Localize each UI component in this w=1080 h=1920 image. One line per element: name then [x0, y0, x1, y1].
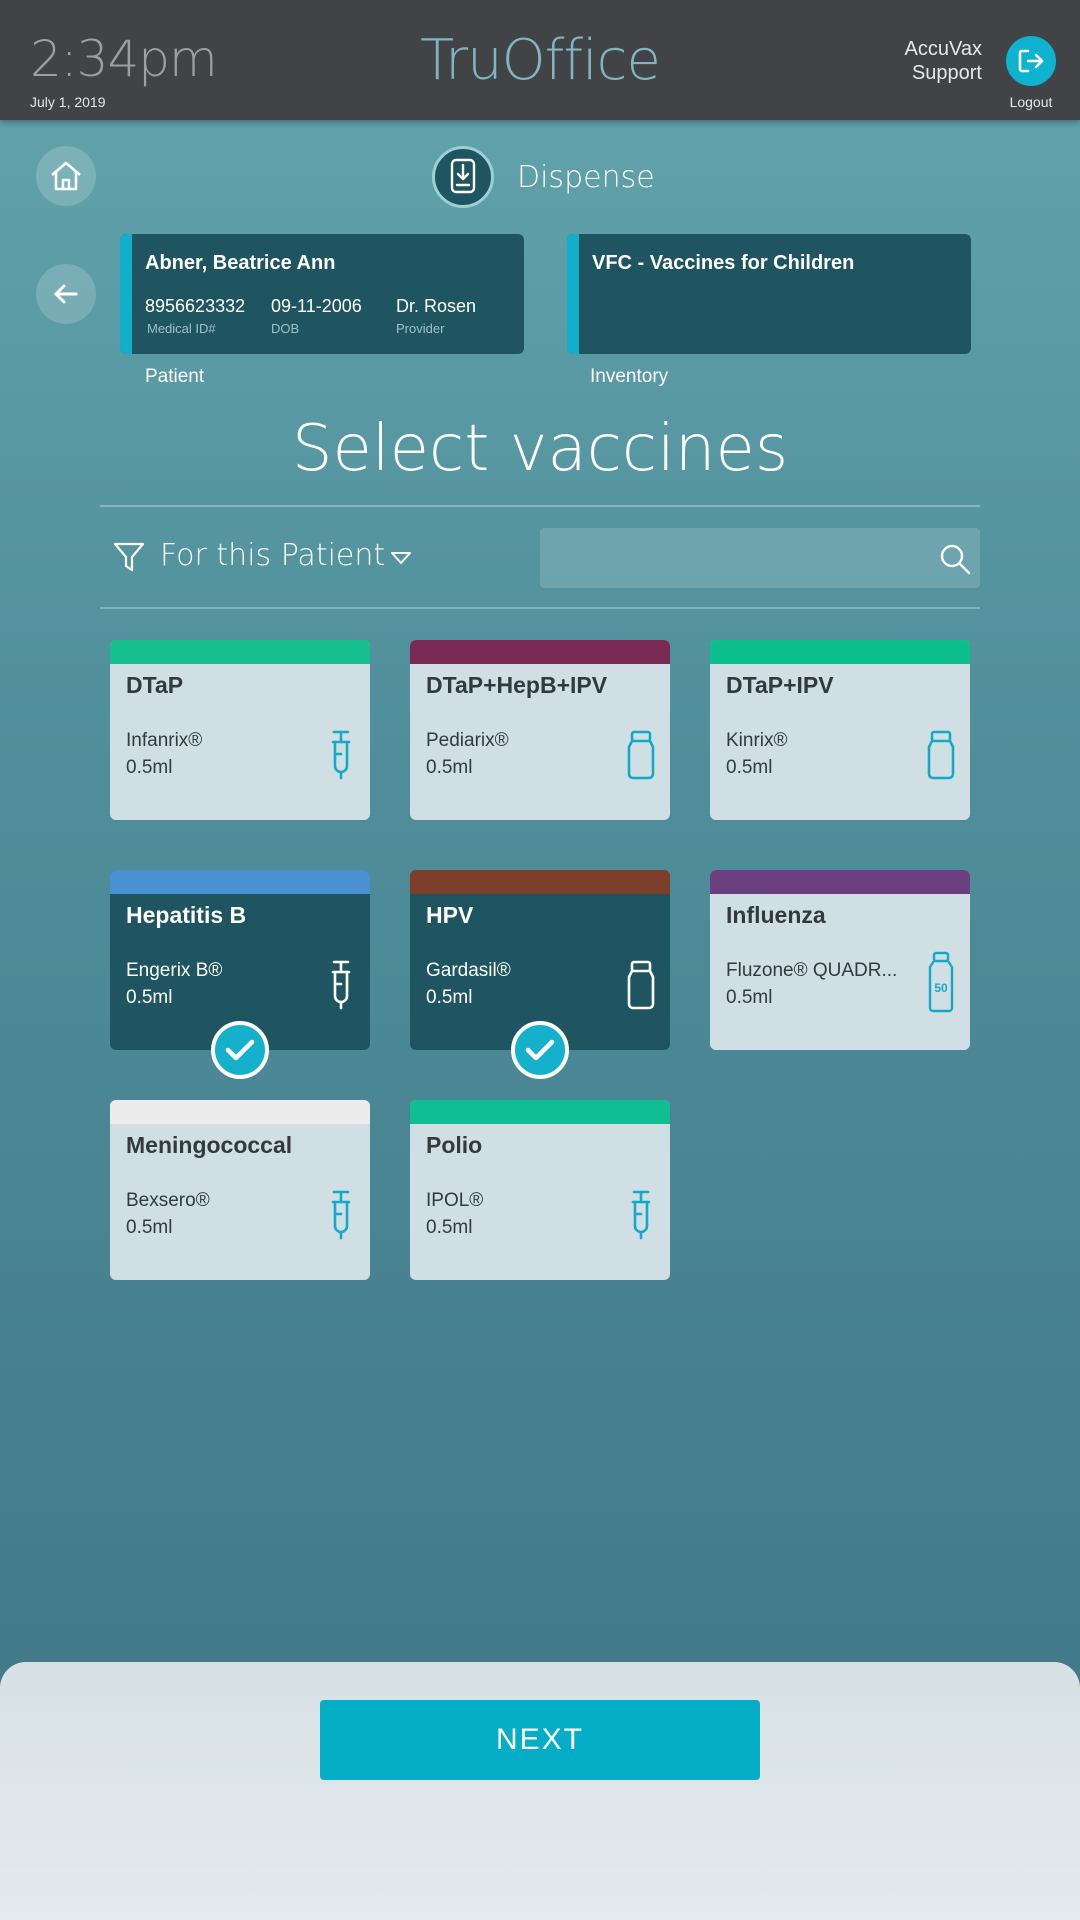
- vaccine-brand: Pediarix®: [426, 730, 509, 751]
- vaccine-color-bar: [710, 640, 970, 664]
- dob-field: 09-11-2006 DOB: [271, 296, 362, 336]
- vaccine-brand: Engerix B®: [126, 960, 223, 981]
- checkmark-icon: [525, 1039, 555, 1061]
- vaccine-dose: 0.5ml: [426, 1217, 473, 1238]
- search-input[interactable]: [540, 528, 920, 588]
- home-icon: [51, 161, 81, 191]
- patient-caption: Patient: [145, 366, 205, 387]
- inventory-caption: Inventory: [590, 366, 669, 387]
- vaccine-name: Hepatitis B: [126, 902, 247, 928]
- search-box[interactable]: [540, 528, 980, 588]
- home-button[interactable]: [36, 146, 96, 206]
- next-button[interactable]: NEXT: [320, 1700, 760, 1780]
- support-line-2: Support: [911, 62, 982, 84]
- support-line-1: AccuVax: [904, 38, 982, 60]
- syringe-icon: [631, 1190, 651, 1240]
- medical-id-field: 8956623332 Medical ID#: [145, 296, 245, 336]
- patient-name: Abner, Beatrice Ann: [145, 252, 336, 274]
- current-date: July 1, 2019: [30, 94, 106, 110]
- vaccine-dose: 0.5ml: [726, 987, 773, 1008]
- arrow-left-icon: [54, 284, 78, 304]
- vaccine-card-dtap-ipv[interactable]: DTaP+IPV Kinrix® 0.5ml: [710, 640, 970, 820]
- dob-value: 09-11-2006: [271, 296, 362, 316]
- vial-dose-count: 50: [934, 981, 948, 995]
- support-link[interactable]: AccuVax Support: [905, 37, 982, 85]
- syringe-icon: [331, 1190, 351, 1240]
- filter-icon: [113, 542, 145, 572]
- vaccine-color-bar: [110, 870, 370, 894]
- checkmark-icon: [225, 1039, 255, 1061]
- vaccine-card-polio[interactable]: Polio IPOL® 0.5ml: [410, 1100, 670, 1280]
- selected-check-hpv[interactable]: [511, 1021, 569, 1079]
- inventory-name: VFC - Vaccines for Children: [592, 252, 855, 274]
- provider-field: Dr. Rosen Provider: [396, 296, 476, 336]
- vial-icon: [627, 960, 655, 1010]
- medical-id-value: 8956623332: [145, 296, 246, 316]
- filter-label: For this Patient: [160, 538, 386, 573]
- patient-card[interactable]: Abner, Beatrice Ann 8956623332 Medical I…: [120, 234, 524, 354]
- logout-button[interactable]: [1006, 36, 1056, 86]
- vaccine-brand: Gardasil®: [426, 960, 511, 981]
- vial-icon: [627, 730, 655, 780]
- page-title: Select vaccines: [291, 412, 789, 486]
- vaccine-name: Meningococcal: [126, 1132, 293, 1158]
- vaccine-dose: 0.5ml: [726, 757, 773, 778]
- vaccine-color-bar: [710, 870, 970, 894]
- dob-label: DOB: [271, 321, 300, 336]
- vaccine-brand: Bexsero®: [126, 1190, 210, 1211]
- syringe-icon: [331, 960, 351, 1010]
- vaccine-dose: 0.5ml: [126, 757, 173, 778]
- vaccine-color-bar: [110, 640, 370, 664]
- vaccine-dose: 0.5ml: [426, 987, 473, 1008]
- provider-value: Dr. Rosen: [396, 296, 477, 316]
- search-icon[interactable]: [938, 542, 972, 576]
- medical-id-label: Medical ID#: [147, 321, 216, 336]
- logout-label: Logout: [1009, 94, 1053, 110]
- dispense-icon: [432, 146, 494, 208]
- mode-label: Dispense: [517, 160, 655, 195]
- vaccine-brand: Fluzone® QUADR...: [726, 960, 898, 981]
- vaccine-name: DTaP+HepB+IPV: [426, 672, 608, 698]
- divider-top: [100, 505, 980, 507]
- vaccine-card-meningococcal[interactable]: Meningococcal Bexsero® 0.5ml: [110, 1100, 370, 1280]
- vaccine-name: Polio: [426, 1132, 483, 1158]
- vaccine-card-dtap-hepb-ipv[interactable]: DTaP+HepB+IPV Pediarix® 0.5ml: [410, 640, 670, 820]
- selected-check-hepatitis-b[interactable]: [211, 1021, 269, 1079]
- vaccine-card-influenza[interactable]: Influenza Fluzone® QUADR... 0.5ml 50: [710, 870, 970, 1050]
- syringe-icon: [331, 730, 351, 780]
- divider-bottom: [100, 607, 980, 609]
- vaccine-name: HPV: [426, 902, 474, 928]
- vaccine-color-bar: [110, 1100, 370, 1124]
- vaccine-brand: IPOL®: [426, 1190, 484, 1211]
- vaccine-color-bar: [410, 640, 670, 664]
- vaccine-dose: 0.5ml: [126, 1217, 173, 1238]
- logout-icon: [1018, 49, 1044, 73]
- vaccine-color-bar: [410, 1100, 670, 1124]
- vaccine-brand: Infanrix®: [126, 730, 203, 751]
- vaccine-name: Influenza: [726, 902, 826, 928]
- vaccine-name: DTaP: [126, 672, 184, 698]
- multi-dose-vial-icon: 50: [928, 951, 954, 1013]
- vaccine-name: DTaP+IPV: [726, 672, 834, 698]
- inventory-card-stripe: [567, 234, 579, 354]
- vial-icon: [927, 730, 955, 780]
- inventory-card[interactable]: VFC - Vaccines for Children: [567, 234, 971, 354]
- vaccine-dose: 0.5ml: [126, 987, 173, 1008]
- vaccine-dose: 0.5ml: [426, 757, 473, 778]
- vaccine-color-bar: [410, 870, 670, 894]
- vaccine-card-dtap[interactable]: DTaP Infanrix® 0.5ml: [110, 640, 370, 820]
- back-button[interactable]: [36, 264, 96, 324]
- provider-label: Provider: [396, 321, 445, 336]
- patient-card-stripe: [120, 234, 132, 354]
- top-bar: 2:34pm July 1, 2019 TruOffice AccuVax Su…: [0, 0, 1080, 120]
- chevron-down-icon: [391, 552, 411, 564]
- vaccine-brand: Kinrix®: [726, 730, 788, 751]
